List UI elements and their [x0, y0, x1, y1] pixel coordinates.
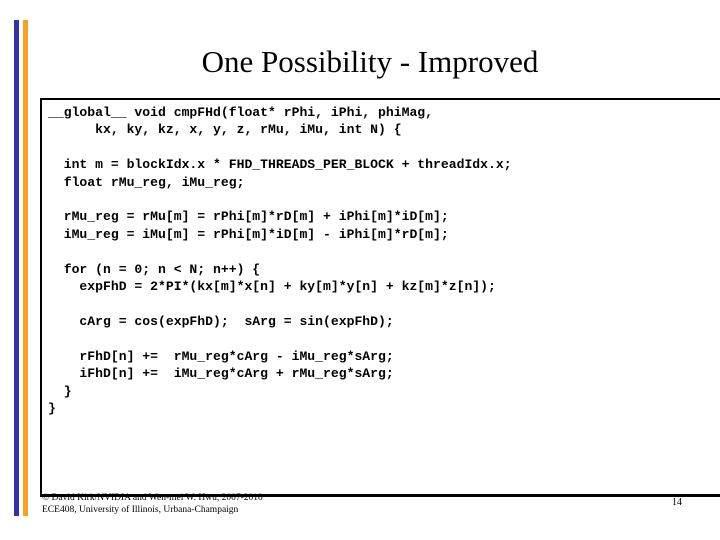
- decorative-blue-bar: [14, 20, 19, 516]
- code-block-container: __global__ void cmpFHd(float* rPhi, iPhi…: [40, 98, 720, 496]
- code-block-text: __global__ void cmpFHd(float* rPhi, iPhi…: [48, 105, 512, 416]
- page-title: One Possibility - Improved: [201, 44, 539, 79]
- presentation-slide: One Possibility - Improved __global__ vo…: [0, 0, 720, 540]
- slide-page-number: 14: [672, 497, 682, 508]
- footer-credit-text: © David Kirk/NVIDIA and Wen-mei W. Hwu, …: [42, 493, 263, 515]
- decorative-orange-bar: [23, 20, 28, 516]
